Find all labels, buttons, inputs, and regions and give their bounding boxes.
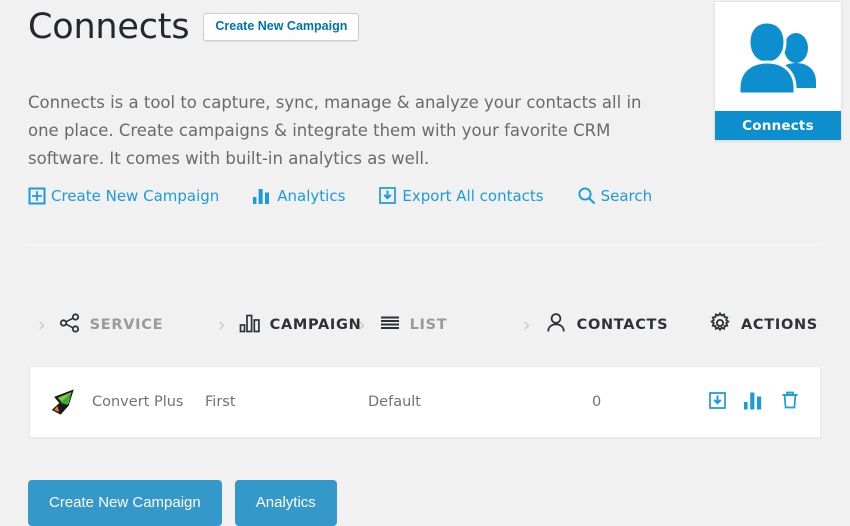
column-header-contacts: › CONTACTS bbox=[523, 305, 668, 345]
convert-plus-logo bbox=[48, 387, 78, 417]
column-header-label: ACTIONS bbox=[741, 317, 818, 333]
column-header-label: SERVICE bbox=[89, 317, 164, 333]
link-label: Analytics bbox=[277, 186, 346, 205]
page-title: Connects bbox=[28, 7, 190, 47]
share-nodes-icon bbox=[59, 313, 81, 337]
list-lines-icon bbox=[379, 313, 401, 337]
row-contacts-count: 0 bbox=[592, 394, 602, 410]
bar-chart-icon bbox=[252, 187, 272, 205]
page-header: Connects Create New Campaign bbox=[28, 7, 360, 47]
row-service-name: Convert Plus bbox=[92, 394, 184, 410]
users-icon bbox=[715, 2, 841, 112]
column-header-actions: ACTIONS bbox=[708, 305, 818, 345]
user-icon bbox=[544, 311, 568, 339]
section-divider bbox=[28, 244, 822, 245]
link-create-new-campaign[interactable]: Create New Campaign bbox=[28, 187, 219, 205]
bar-chart-icon bbox=[239, 313, 261, 337]
row-list-name: Default bbox=[368, 394, 421, 410]
column-header-label: CONTACTS bbox=[576, 317, 669, 333]
create-new-campaign-button[interactable]: Create New Campaign bbox=[28, 480, 222, 526]
column-header-list: › LIST bbox=[358, 305, 447, 345]
column-header-label: CAMPAIGN bbox=[269, 317, 362, 333]
column-header-label: LIST bbox=[409, 317, 448, 333]
row-campaign-name: First bbox=[205, 394, 236, 410]
quick-actions-bar: Create New Campaign Analytics Export All… bbox=[28, 186, 652, 205]
search-icon bbox=[577, 186, 596, 205]
analytics-button[interactable]: Analytics bbox=[234, 480, 337, 526]
badge-label: Connects bbox=[715, 111, 841, 140]
link-label: Create New Campaign bbox=[51, 186, 220, 205]
column-header-service: › SERVICE bbox=[38, 305, 163, 345]
link-analytics[interactable]: Analytics bbox=[252, 187, 345, 205]
chevron-right-icon: › bbox=[38, 313, 46, 336]
export-download-icon[interactable] bbox=[708, 391, 727, 414]
link-label: Export All contacts bbox=[402, 186, 544, 205]
connects-page: Connects Create New Campaign Connects is… bbox=[0, 0, 850, 526]
page-description: Connects is a tool to capture, sync, man… bbox=[28, 92, 642, 168]
column-header-campaign: › CAMPAIGN bbox=[218, 305, 361, 345]
bar-chart-icon[interactable] bbox=[743, 391, 764, 414]
row-service-icon-cell bbox=[48, 367, 78, 437]
row-action-buttons bbox=[708, 367, 800, 437]
plus-square-icon bbox=[28, 187, 46, 205]
table-column-headers: › SERVICE › CAMPAIGN › LIST › CONTACTS A… bbox=[28, 305, 822, 345]
connects-badge[interactable]: Connects bbox=[714, 1, 842, 141]
link-search[interactable]: Search bbox=[577, 186, 653, 205]
chevron-right-icon: › bbox=[218, 313, 226, 336]
chevron-right-icon: › bbox=[523, 313, 531, 336]
link-label: Search bbox=[600, 186, 653, 205]
chevron-right-icon: › bbox=[358, 313, 366, 336]
footer-actions: Create New Campaign Analytics bbox=[28, 480, 337, 526]
table-row[interactable]: Convert Plus First Default 0 bbox=[29, 366, 821, 438]
export-download-icon bbox=[378, 186, 397, 205]
trash-icon[interactable] bbox=[780, 390, 800, 414]
link-export-all-contacts[interactable]: Export All contacts bbox=[378, 186, 544, 205]
create-new-campaign-header-button[interactable]: Create New Campaign bbox=[203, 13, 360, 42]
gear-icon bbox=[708, 311, 732, 339]
